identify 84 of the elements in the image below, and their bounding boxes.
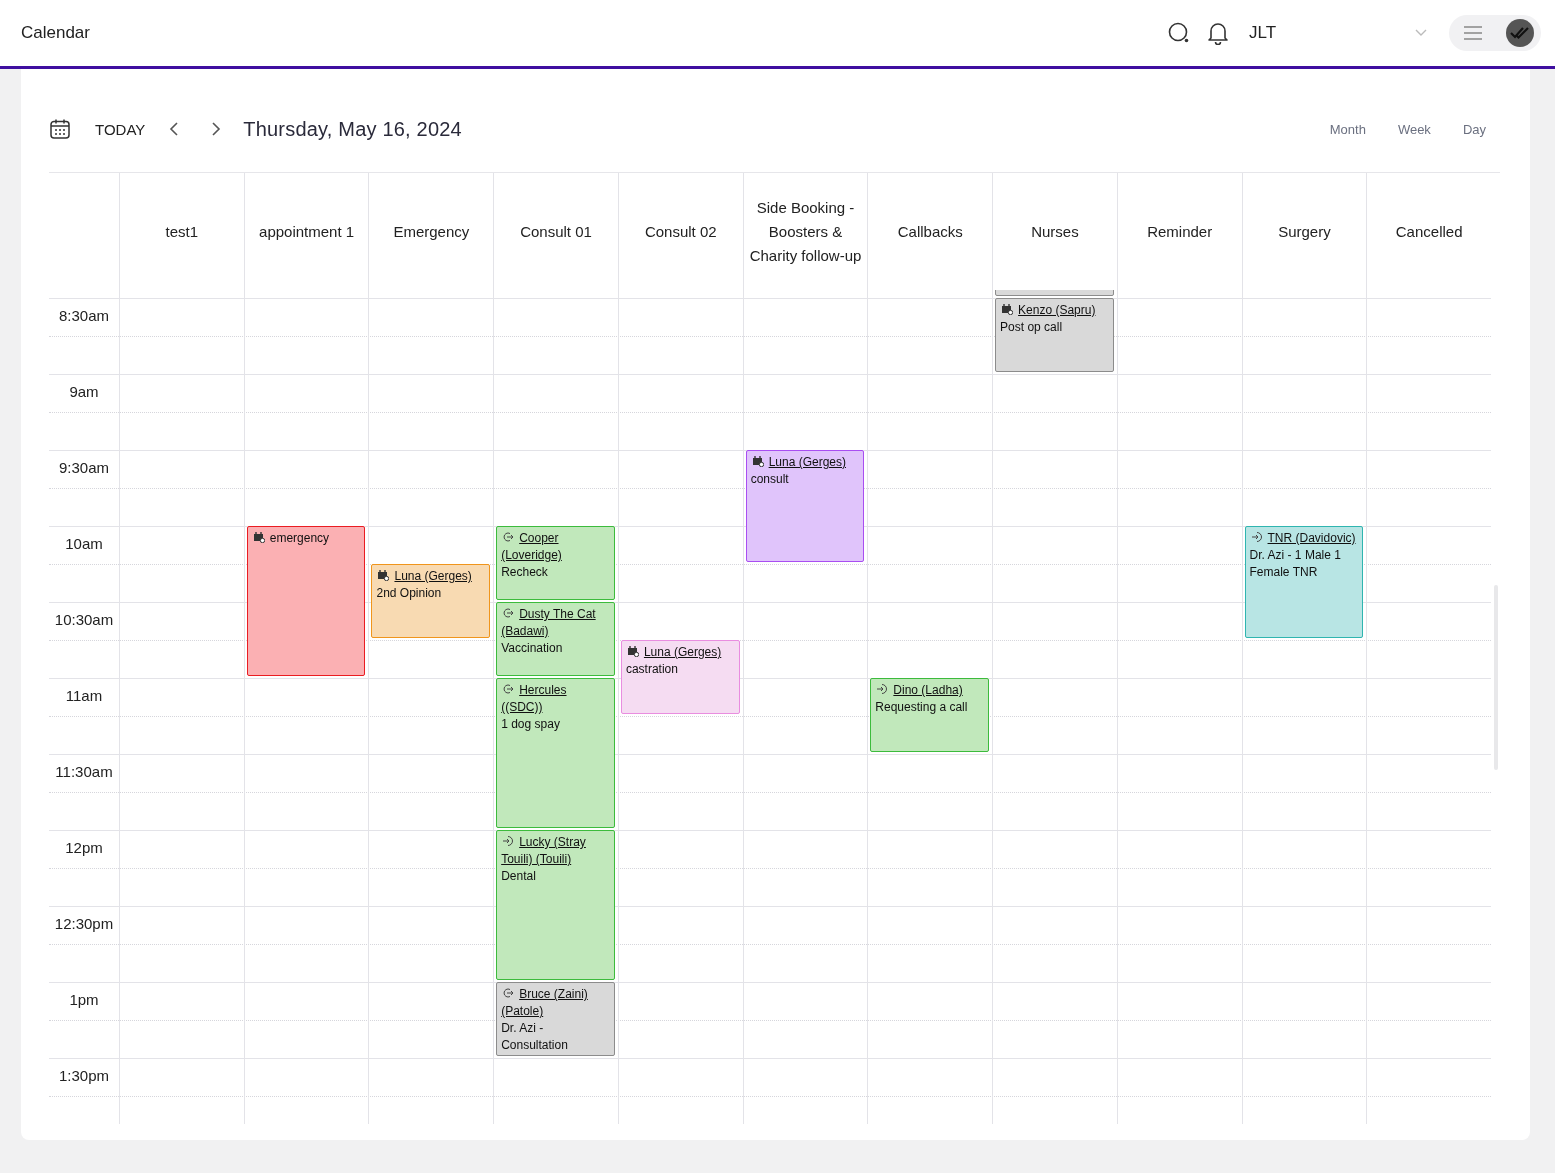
calendar-icon[interactable] bbox=[49, 118, 71, 140]
patient-link[interactable]: TNR (Davidovic) bbox=[1249, 530, 1360, 547]
appointment-card[interactable]: Luna (Gerges) 2nd Opinion bbox=[371, 564, 491, 638]
appointment-text: 1 dog spay bbox=[501, 717, 560, 731]
menu-pill[interactable] bbox=[1449, 15, 1541, 51]
patient-link[interactable]: Luna (Gerges) bbox=[625, 644, 736, 661]
login-icon bbox=[876, 683, 889, 695]
patient-link[interactable]: Kenzo (Sapru) bbox=[1000, 302, 1110, 319]
appointment-text: castration bbox=[625, 662, 678, 676]
view-button[interactable]: Month bbox=[1329, 121, 1366, 137]
resource-header: Reminder bbox=[1147, 221, 1213, 242]
appointment-text: Dental bbox=[501, 869, 536, 883]
patient-link[interactable]: Dino (Ladha) bbox=[875, 682, 986, 699]
patient-link[interactable]: Lucky (Stray Touili) (Touili) bbox=[501, 834, 611, 868]
appointment-card[interactable]: Kenzo (Sapru) Post op call bbox=[995, 298, 1114, 372]
calendar-gear-icon bbox=[377, 569, 390, 581]
resource-header: Emergency bbox=[393, 221, 470, 242]
appointment-card[interactable]: Dino (Ladha) Requesting a call bbox=[870, 678, 990, 752]
patient-link[interactable]: Cooper (Loveridge) bbox=[501, 530, 611, 564]
return-arrow-icon bbox=[502, 987, 515, 999]
appointment-card[interactable]: Lucky (Stray Touili) (Touili) Dental bbox=[496, 830, 615, 980]
double-check-icon[interactable] bbox=[1505, 18, 1535, 48]
patient-link[interactable]: Luna (Gerges) bbox=[750, 454, 861, 471]
patient-link[interactable]: Luna (Gerges) bbox=[376, 568, 487, 585]
view-button[interactable]: Day bbox=[1462, 121, 1486, 137]
user-select[interactable]: JLT bbox=[1245, 23, 1437, 43]
chevron-down-icon bbox=[1415, 29, 1427, 37]
resource-header: Consult 01 bbox=[520, 221, 592, 242]
return-arrow-icon bbox=[502, 607, 515, 619]
patient-link[interactable]: Bruce (Zaini) (Patole) bbox=[501, 986, 611, 1020]
appointment-text: Recheck bbox=[501, 565, 548, 579]
time-label: 11:30am bbox=[54, 763, 114, 780]
time-label: 1pm bbox=[68, 991, 100, 1008]
patient-link[interactable]: Dusty The Cat (Badawi) bbox=[501, 606, 611, 640]
appointment-card[interactable]: Hercules ((SDC)) 1 dog spay bbox=[496, 678, 615, 828]
calendar-gear-icon bbox=[751, 455, 764, 467]
time-label: 12pm bbox=[64, 839, 104, 856]
time-label: 1:30pm bbox=[57, 1067, 110, 1084]
appointment-card[interactable]: emergency bbox=[246, 526, 366, 676]
resource-header: test1 bbox=[165, 221, 199, 242]
time-label: 12:30pm bbox=[53, 915, 115, 932]
search-icon[interactable] bbox=[1167, 21, 1191, 45]
appointment-card[interactable]: Luna (Gerges) castration bbox=[620, 640, 740, 714]
resource-header: Callbacks bbox=[897, 221, 963, 242]
appointment-card[interactable]: TNR (Davidovic) Dr. Azi - 1 Male 1 Female TNR bbox=[1244, 526, 1364, 638]
resource-header: Consult 02 bbox=[644, 221, 717, 242]
return-arrow-icon bbox=[502, 683, 515, 695]
appointment-card[interactable]: Bruce (Zaini) (Patole) Dr. Azi - Consultation bbox=[496, 982, 615, 1056]
appointment-text: Dr. Azi - Consultation bbox=[501, 1021, 568, 1052]
appointment-text: consult bbox=[750, 472, 789, 486]
chevron-left-icon[interactable] bbox=[169, 122, 180, 136]
appointment-text: Post op call bbox=[1000, 320, 1063, 334]
time-label: 8:30am bbox=[57, 307, 110, 324]
resource-header: Cancelled bbox=[1395, 221, 1463, 242]
time-label: 10am bbox=[64, 535, 104, 552]
resource-header: Nurses bbox=[1031, 221, 1079, 242]
time-label: 11am bbox=[64, 687, 104, 704]
appointment-card[interactable]: Cooper (Loveridge) Recheck bbox=[496, 526, 615, 600]
appointment-card[interactable]: Dusty The Cat (Badawi) Vaccination bbox=[496, 602, 615, 676]
login-icon bbox=[502, 835, 515, 847]
appointment-text: emergency bbox=[269, 531, 330, 545]
appointment-text: 2nd Opinion bbox=[376, 586, 442, 600]
calendar-gear-icon bbox=[626, 645, 639, 657]
bell-icon[interactable] bbox=[1207, 21, 1229, 45]
login-icon bbox=[1250, 531, 1263, 543]
calendar-gear-icon bbox=[1001, 303, 1014, 315]
appointment-text: Vaccination bbox=[501, 641, 563, 655]
time-label: 10:30am bbox=[53, 611, 115, 628]
time-label: 9am bbox=[68, 383, 100, 400]
calendar-gear-icon bbox=[252, 531, 265, 543]
resource-header: appointment 1 bbox=[259, 221, 355, 242]
appointment-text: Requesting a call bbox=[875, 700, 968, 714]
appointment-text: Dr. Azi - 1 Male 1 Female TNR bbox=[1249, 548, 1341, 579]
today-button[interactable]: TODAY bbox=[95, 120, 146, 138]
resource-header: Side Booking - Boosters & Charity follow-up bbox=[749, 197, 862, 266]
patient-link[interactable]: Hercules ((SDC)) bbox=[501, 682, 611, 716]
view-button[interactable]: Week bbox=[1397, 121, 1431, 137]
appointment-card[interactable]: Luna (Gerges) consult bbox=[745, 450, 865, 562]
chevron-right-icon[interactable] bbox=[211, 122, 222, 136]
time-label: 9:30am bbox=[57, 459, 110, 476]
return-arrow-icon bbox=[502, 531, 515, 543]
resource-header: Surgery bbox=[1278, 221, 1331, 242]
app-title: Calendar bbox=[21, 23, 90, 43]
current-date: Thursday, May 16, 2024 bbox=[243, 117, 462, 141]
